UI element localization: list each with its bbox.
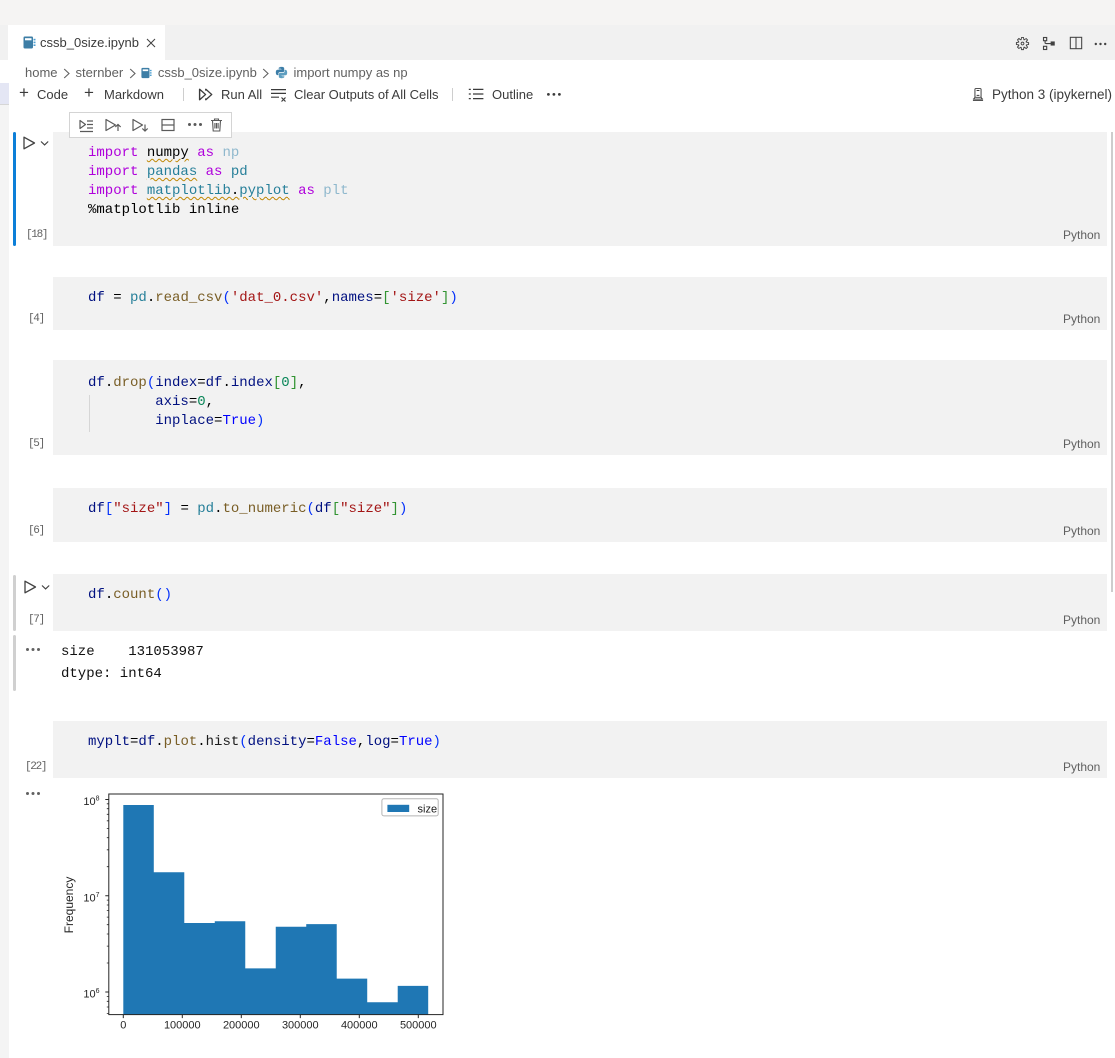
svg-text:0: 0 xyxy=(120,1020,126,1032)
svg-text:size: size xyxy=(418,803,438,815)
svg-text:106: 106 xyxy=(83,988,99,1001)
svg-text:108: 108 xyxy=(83,796,99,809)
svg-text:300000: 300000 xyxy=(282,1020,319,1032)
svg-text:107: 107 xyxy=(83,892,99,905)
svg-text:100000: 100000 xyxy=(164,1020,201,1032)
svg-text:400000: 400000 xyxy=(341,1020,378,1032)
svg-text:200000: 200000 xyxy=(223,1020,260,1032)
svg-text:Frequency: Frequency xyxy=(62,877,76,934)
svg-text:500000: 500000 xyxy=(400,1020,437,1032)
